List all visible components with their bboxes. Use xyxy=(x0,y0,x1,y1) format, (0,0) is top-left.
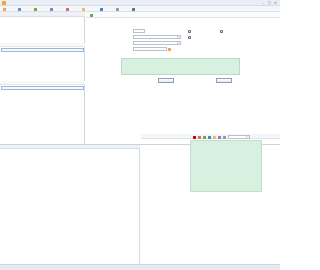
menu-item-2[interactable] xyxy=(18,7,22,11)
panel-1-header xyxy=(0,43,85,47)
left-pane-header xyxy=(0,12,85,17)
add-icon[interactable] xyxy=(90,14,93,17)
user-icon xyxy=(100,7,103,11)
home-icon xyxy=(3,7,6,11)
chevron-down-icon xyxy=(177,36,180,38)
menu-item-6[interactable] xyxy=(82,7,86,11)
field-input-4[interactable] xyxy=(133,47,167,51)
field-input-1[interactable] xyxy=(133,29,145,33)
preview-area xyxy=(190,140,262,192)
form-button-right[interactable] xyxy=(216,78,232,83)
menu-item-5[interactable] xyxy=(66,7,70,11)
close-button[interactable]: × xyxy=(273,1,278,5)
pdf-icon[interactable] xyxy=(198,135,202,139)
print-icon[interactable] xyxy=(218,135,222,139)
panel-1-selected-row[interactable] xyxy=(1,48,84,52)
bottom-left-header xyxy=(0,145,140,149)
maximize-button[interactable]: □ xyxy=(267,1,272,5)
status-bar xyxy=(0,264,280,270)
minimize-button[interactable]: – xyxy=(261,1,266,5)
grid-icon xyxy=(18,7,21,11)
calendar-icon xyxy=(177,42,180,44)
radio-option-c[interactable] xyxy=(188,36,191,39)
bottom-left-pane xyxy=(0,145,140,264)
field-combo-2[interactable] xyxy=(133,35,181,39)
excel-icon[interactable] xyxy=(203,135,207,139)
settings-icon[interactable] xyxy=(223,135,227,139)
menu-item-9[interactable] xyxy=(132,7,136,11)
gear-icon xyxy=(116,7,119,11)
list-icon xyxy=(34,7,37,11)
image-icon[interactable] xyxy=(213,135,217,139)
zoom-select[interactable] xyxy=(228,135,250,139)
radio-option-a[interactable] xyxy=(188,30,191,33)
menu-item-8[interactable] xyxy=(116,7,120,11)
word-icon[interactable] xyxy=(208,135,212,139)
help-icon xyxy=(132,7,135,11)
lookup-icon[interactable] xyxy=(168,47,171,51)
delete-icon[interactable] xyxy=(193,135,197,139)
form-button-left[interactable] xyxy=(158,78,174,83)
field-date-3[interactable] xyxy=(133,41,181,45)
memo-textarea[interactable] xyxy=(121,58,240,75)
menu-item-3[interactable] xyxy=(34,7,38,11)
form-toolbar xyxy=(86,12,280,18)
chevron-down-icon xyxy=(246,136,249,138)
menu-item-1[interactable] xyxy=(3,7,7,11)
folder-icon xyxy=(82,7,85,11)
menu-item-4[interactable] xyxy=(50,7,54,11)
radio-option-b[interactable] xyxy=(220,30,223,33)
menu-item-7[interactable] xyxy=(100,7,104,11)
chart-icon xyxy=(66,7,69,11)
left-pane xyxy=(0,12,85,144)
panel-2-selected-row[interactable] xyxy=(1,86,84,90)
doc-icon xyxy=(50,7,53,11)
app-logo-icon xyxy=(2,1,6,5)
panel-2-header xyxy=(0,81,85,85)
